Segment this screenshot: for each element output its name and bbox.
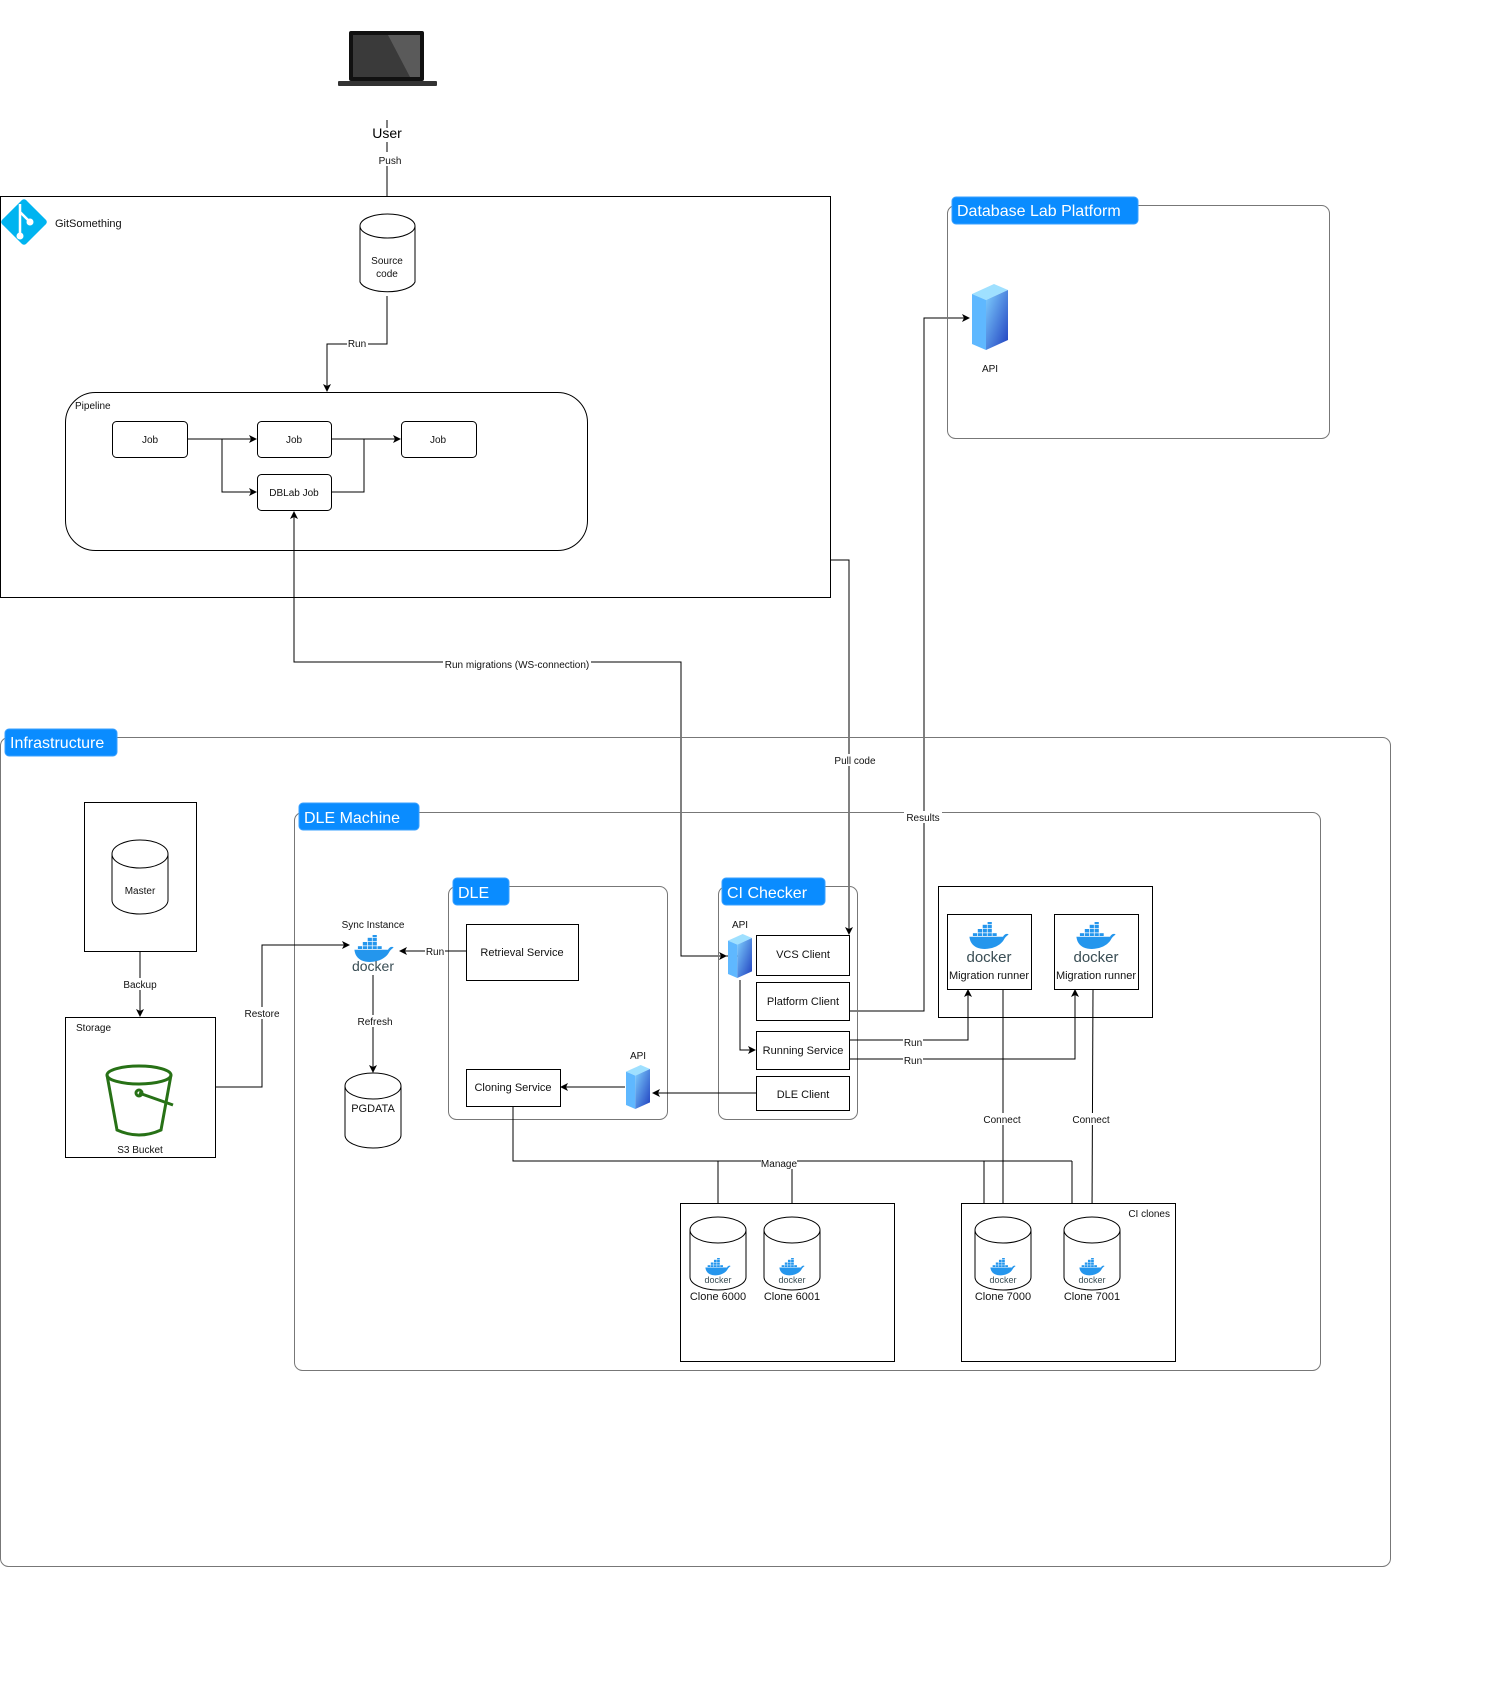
docker-wordmark: docker <box>989 1275 1016 1285</box>
restore-label: Restore <box>244 1009 279 1020</box>
storage-title: Storage <box>76 1023 111 1034</box>
dle-title: DLE <box>458 885 489 902</box>
pull-code-edge <box>831 559 853 935</box>
run-runner-2-label: Run <box>904 1056 922 1067</box>
platform-api-server-icon[interactable] <box>972 284 1008 350</box>
clone-db[interactable]: docker Clone 7000 <box>974 1216 1032 1303</box>
run-sync-label: Run <box>426 947 444 958</box>
connect-edge-2 <box>1088 988 1097 1216</box>
s3-bucket-label: S3 Bucket <box>117 1145 163 1156</box>
docker-wordmark: docker <box>1073 949 1118 966</box>
migration-runner-2[interactable]: docker Migration runner <box>1054 914 1139 990</box>
storage-box <box>65 1017 216 1158</box>
ci-checker-title: CI Checker <box>727 885 808 902</box>
vcs-client[interactable]: VCS Client <box>756 935 850 976</box>
dle-client-label: DLE Client <box>777 1089 830 1101</box>
cloning-service[interactable]: Cloning Service <box>466 1069 561 1107</box>
job-2[interactable]: Job <box>257 421 332 458</box>
source-code-line1: Source <box>371 256 403 267</box>
dle-api-label: API <box>630 1051 646 1062</box>
pgdata-label: PGDATA <box>351 1103 395 1115</box>
connect-label-1: Connect <box>983 1115 1020 1126</box>
migration-runner-label: Migration runner <box>1056 970 1136 982</box>
backup-label: Backup <box>123 980 157 991</box>
results-label: Results <box>906 813 939 824</box>
architecture-diagram: User Push GitSomething Source code Run P… <box>0 31 1391 1567</box>
dle-client[interactable]: DLE Client <box>756 1076 850 1111</box>
job-3[interactable]: Job <box>401 421 477 458</box>
laptop-icon <box>338 31 437 86</box>
source-code-line2: code <box>376 269 398 280</box>
platform-title: Database Lab Platform <box>957 203 1121 220</box>
pipeline-title: Pipeline <box>75 401 111 412</box>
retrieval-service[interactable]: Retrieval Service <box>466 924 579 981</box>
clone-db[interactable]: docker Clone 6001 <box>763 1216 821 1303</box>
docker-wordmark: docker <box>1078 1275 1105 1285</box>
platform-api-label: API <box>982 364 998 375</box>
migration-runner-1[interactable]: docker Migration runner <box>947 914 1032 990</box>
clone-db[interactable]: docker Clone 6000 <box>689 1216 747 1303</box>
restore-edge <box>215 941 350 1088</box>
git-title: GitSomething <box>55 218 122 230</box>
clone-label: Clone 6001 <box>764 1291 820 1303</box>
docker-wordmark: docker <box>966 949 1011 966</box>
infrastructure-title: Infrastructure <box>10 735 104 752</box>
dle-machine-title: DLE Machine <box>304 810 400 827</box>
connect-label-2: Connect <box>1072 1115 1109 1126</box>
docker-wordmark: docker <box>778 1275 805 1285</box>
master-label: Master <box>125 886 156 897</box>
clone-label: Clone 7001 <box>1064 1291 1120 1303</box>
sync-instance-label: Sync Instance <box>342 920 405 931</box>
api-running-edge <box>739 980 756 1054</box>
source-code-db[interactable]: Source code <box>359 213 416 293</box>
clone-db[interactable]: docker Clone 7001 <box>1063 1216 1121 1303</box>
clone-label: Clone 7000 <box>975 1291 1031 1303</box>
platform-client-label: Platform Client <box>767 996 839 1008</box>
refresh-label: Refresh <box>357 1017 392 1028</box>
vcs-client-label: VCS Client <box>776 949 830 961</box>
run-label: Run <box>348 339 366 350</box>
job-label: Job <box>286 435 303 446</box>
dblab-job-label: DBLab Job <box>269 488 319 499</box>
pgdata-db[interactable]: PGDATA <box>344 1072 402 1149</box>
job-label: Job <box>430 435 447 446</box>
docker-wordmark: docker <box>704 1275 731 1285</box>
migration-runner-label: Migration runner <box>949 970 1029 982</box>
pipeline-container <box>65 392 588 551</box>
ci-api-server-icon[interactable] <box>728 934 752 978</box>
master-db[interactable]: Master <box>111 839 169 915</box>
pull-code-label: Pull code <box>834 756 876 767</box>
job-label: Job <box>142 435 159 446</box>
dblab-job[interactable]: DBLab Job <box>257 474 332 511</box>
dle-api-server-icon[interactable] <box>626 1065 650 1109</box>
user-label: User <box>372 125 402 141</box>
job-1[interactable]: Job <box>112 421 188 458</box>
push-label: Push <box>379 156 402 167</box>
running-service[interactable]: Running Service <box>756 1031 850 1070</box>
ci-api-label: API <box>732 920 748 931</box>
retrieval-service-label: Retrieval Service <box>480 947 563 959</box>
run-migrations-edge-api <box>680 662 727 960</box>
ci-clones-title: CI clones <box>1128 1209 1170 1220</box>
run-runner-1-label: Run <box>904 1038 922 1049</box>
running-service-label: Running Service <box>763 1045 844 1057</box>
run-migrations-label: Run migrations (WS-connection) <box>445 660 590 671</box>
manage-label: Manage <box>761 1159 798 1170</box>
docker-wordmark: docker <box>352 958 394 974</box>
clone-label: Clone 6000 <box>690 1291 746 1303</box>
cloning-service-label: Cloning Service <box>474 1082 551 1094</box>
platform-client[interactable]: Platform Client <box>756 982 850 1021</box>
